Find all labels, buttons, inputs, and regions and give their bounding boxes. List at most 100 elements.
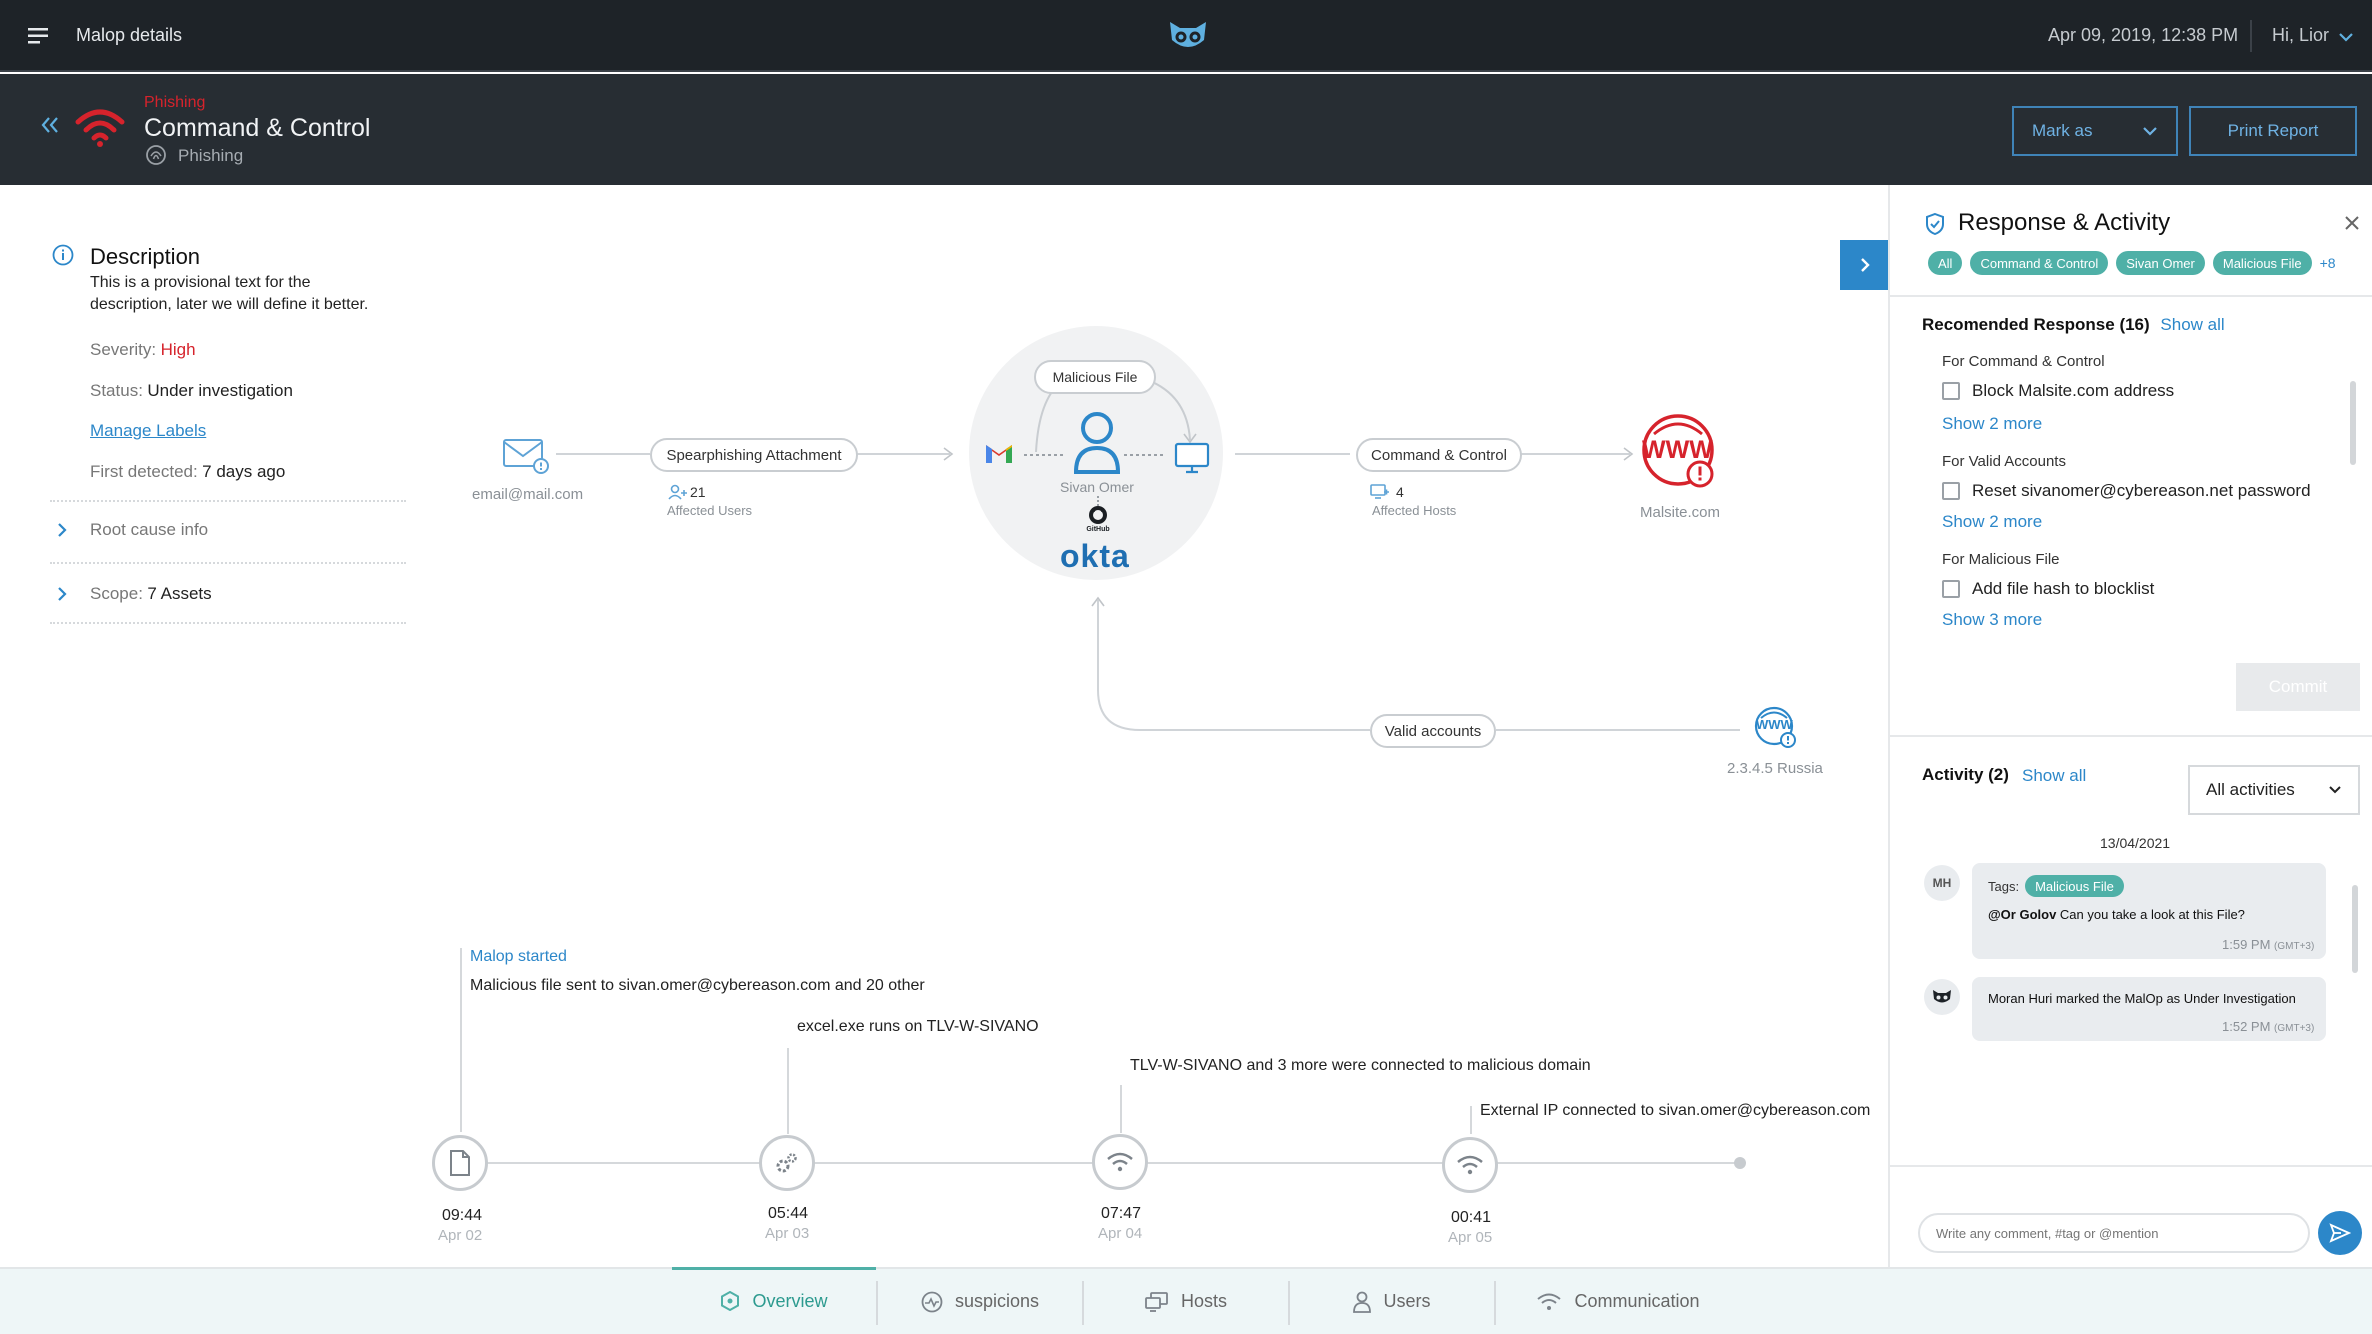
timeline-event-2: excel.exe runs on TLV-W-SIVANO [797,1018,1039,1035]
affected-hosts-count: 4 [1396,484,1404,500]
shield-icon [1926,212,1944,240]
tag-chip[interactable]: Malicious File [2025,875,2124,897]
panel-divider [1890,295,2372,297]
affected-users-count: 21 [690,484,706,500]
wifi-icon [1457,1155,1483,1175]
send-button[interactable] [2318,1211,2362,1255]
tab-overview[interactable]: Overview [672,1267,876,1332]
valid-accounts-node[interactable]: Valid accounts [1370,714,1496,748]
timeline-time: 07:47 [1101,1205,1142,1222]
monitor-icon [1174,442,1210,479]
timeline-date: Apr 04 [1098,1225,1143,1242]
response-group-title: For Valid Accounts [1942,453,2066,470]
tags-row: Tags: Malicious File [1988,875,2124,897]
malop-started-label: Malop started [470,948,567,965]
gears-icon [776,1153,797,1173]
print-report-button[interactable]: Print Report [2189,106,2357,156]
spearphishing-node[interactable]: Spearphishing Attachment [650,438,858,472]
show-more-link[interactable]: Show 3 more [1942,610,2042,630]
chip-sivan-omer[interactable]: Sivan Omer [2116,251,2205,275]
tab-suspicions[interactable]: suspicions [878,1269,1082,1334]
www-label: WWW [1642,436,1713,464]
chevron-down-icon[interactable] [2338,30,2354,48]
message-timezone: (GMT+3) [2274,941,2315,952]
timeline-date: Apr 02 [438,1227,483,1244]
timeline-date: Apr 03 [765,1225,810,1242]
timeline-event-1: Malicious file sent to sivan.omer@cybere… [470,977,925,994]
user-icon[interactable] [1072,410,1122,481]
activity-filter-dropdown[interactable]: All activities [2188,765,2360,815]
affected-users-label: Affected Users [667,503,753,518]
message-time: 1:52 PM (GMT+3) [2222,1019,2314,1034]
checkbox[interactable] [1942,382,1960,400]
scrollbar[interactable] [2352,885,2358,973]
ip-address: 2.3.4.5 Russia [1727,760,1823,777]
activity-filter-label: All activities [2206,780,2295,799]
tab-label: Hosts [1180,1291,1227,1311]
tab-hosts[interactable]: Hosts [1084,1269,1288,1334]
attack-graph-lines [556,326,1740,731]
timeline-connector [1470,1106,1472,1134]
current-datetime: Apr 09, 2019, 12:38 PM [2048,25,2239,45]
activity-message: Moran Huri marked the MalOp as Under Inv… [1972,977,2326,1041]
hosts-icon [1370,484,1390,505]
chip-malicious-file[interactable]: Malicious File [2212,251,2312,275]
chevron-down-icon [2143,127,2157,136]
mark-as-label: Mark as [2032,121,2093,140]
tab-communication[interactable]: Communication [1496,1269,1740,1334]
user-name: Sivan Omer [1060,479,1134,495]
command-control-node[interactable]: Command & Control [1356,438,1522,472]
tab-users[interactable]: Users [1290,1269,1494,1334]
recommended-label: Recomended Response (16) [1922,315,2150,334]
bottom-tabs: Overview suspicions Hosts Users Communic… [0,1267,2372,1334]
tab-label: Overview [752,1290,828,1311]
response-item[interactable]: Add file hash to blocklist [1942,579,2154,599]
send-icon [2329,1223,2351,1243]
owl-avatar-icon [1924,979,1960,1015]
hosts-icon [1145,1291,1168,1312]
user-greeting[interactable]: Hi, Lior [2272,25,2329,46]
response-activity-panel: Response & Activity All Command & Contro… [1888,185,2372,1267]
tab-label: Communication [1574,1291,1700,1311]
more-chips[interactable]: +8 [2320,255,2336,271]
activity-message: Tags: Malicious File @Or Golov Can you t… [1972,863,2326,959]
timeline-point[interactable] [432,1135,488,1191]
chip-all[interactable]: All [1928,251,1963,275]
mark-as-dropdown[interactable]: Mark as [2012,106,2178,156]
response-item-label: Reset sivanomer@cybereason.net password [1972,481,2311,500]
topbar-divider [2250,20,2252,52]
timeline-date: Apr 05 [1448,1229,1493,1246]
okta-logo: okta [1060,538,1130,574]
response-item-label: Add file hash to blocklist [1972,579,2155,598]
checkbox[interactable] [1942,580,1960,598]
globe-www-label: WWW [1756,717,1793,732]
response-item[interactable]: Block Malsite.com address [1942,381,2174,401]
show-more-link[interactable]: Show 2 more [1942,414,2042,434]
mention[interactable]: @Or Golov [1988,907,2056,922]
timeline-point[interactable] [1442,1137,1498,1193]
recommended-show-all[interactable]: Show all [2160,315,2224,334]
checkbox[interactable] [1942,482,1960,500]
timeline-event-4: External IP connected to sivan.omer@cybe… [1480,1102,1871,1119]
response-item-label: Block Malsite.com address [1972,381,2175,400]
commit-button[interactable]: Commit [2236,663,2360,711]
response-item[interactable]: Reset sivanomer@cybereason.net password [1942,481,2311,501]
show-more-link[interactable]: Show 2 more [1942,512,2042,532]
timeline-point[interactable] [759,1135,815,1191]
gmail-icon [984,441,1014,470]
envelope-icon[interactable] [502,436,550,479]
timeline-connector [1120,1085,1122,1133]
user-icon [1353,1291,1372,1313]
tab-label: suspicions [954,1291,1040,1311]
comment-input[interactable] [1936,1225,2308,1241]
close-icon[interactable] [2344,215,2360,236]
activity-show-all[interactable]: Show all [2022,766,2086,786]
timeline-connector [787,1048,789,1134]
chip-command-control[interactable]: Command & Control [1970,251,2109,275]
activity-heading: Activity (2) [1922,765,2009,784]
malicious-file-node[interactable]: Malicious File [1034,360,1156,394]
avatar: MH [1924,865,1960,901]
scrollbar[interactable] [2350,381,2356,465]
timeline-end-dot [1734,1157,1746,1169]
timeline-point[interactable] [1092,1134,1148,1190]
